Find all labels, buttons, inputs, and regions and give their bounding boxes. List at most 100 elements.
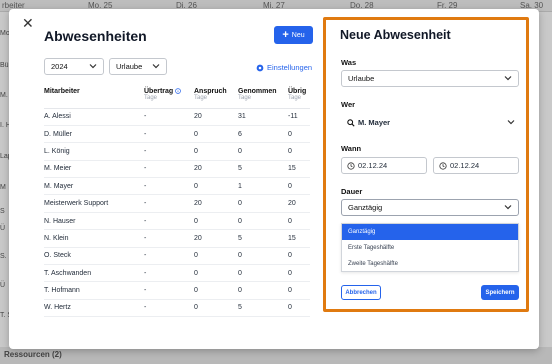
table-row: T. Hofmann -0 0 0 xyxy=(44,281,310,300)
calendar-row-label: S xyxy=(0,208,5,215)
table-cell: D. Müller xyxy=(44,125,144,144)
dauer-dropdown: Ganztägig Erste Tageshälfte Zweite Tages… xyxy=(341,223,519,272)
table-cell: Meisterwerk Support xyxy=(44,194,144,213)
table-cell: A. Alessi xyxy=(44,108,144,126)
year-select-value: 2024 xyxy=(51,62,68,71)
table-cell: 0 xyxy=(288,264,310,283)
table-cell: 6 xyxy=(238,125,288,144)
new-absence-button[interactable]: + Neu xyxy=(274,26,313,44)
column-header: Übrig Tage xyxy=(288,88,310,109)
table-cell: N. Hauser xyxy=(44,212,144,231)
table-cell: M. Mayer xyxy=(44,177,144,196)
table-cell: 1 xyxy=(238,177,288,196)
table-cell: W. Hertz xyxy=(44,299,144,318)
table-cell: 0 xyxy=(288,125,310,144)
dauer-label: Dauer xyxy=(341,187,363,196)
settings-link[interactable]: Einstellungen xyxy=(256,63,312,72)
gear-icon xyxy=(256,64,264,71)
table-cell: 5 xyxy=(238,229,288,248)
table-cell: - xyxy=(144,125,194,144)
chevron-down-icon xyxy=(507,120,515,125)
table-cell: 0 xyxy=(194,247,238,266)
table-cell: 15 xyxy=(288,229,310,248)
settings-label: Einstellungen xyxy=(267,63,313,72)
column-header: Übertrag Tage xyxy=(144,88,194,109)
table-cell: - xyxy=(144,264,194,283)
chevron-down-icon xyxy=(89,64,97,69)
cancel-button[interactable]: Abbrechen xyxy=(341,285,381,300)
table-cell: - xyxy=(144,299,194,318)
table-cell: 0 xyxy=(194,142,238,161)
table-cell: 0 xyxy=(238,247,288,266)
new-button-label: Neu xyxy=(291,31,305,39)
search-icon xyxy=(347,118,355,127)
year-select[interactable]: 2024 xyxy=(44,58,104,75)
date-to-value: 02.12.24 xyxy=(450,161,480,170)
wann-label: Wann xyxy=(341,144,362,153)
table-cell: 20 xyxy=(194,229,238,248)
table-cell: - xyxy=(144,194,194,213)
table-cell: 0 xyxy=(194,281,238,300)
absence-type-select-value: Urlaube xyxy=(116,62,143,71)
chevron-down-icon xyxy=(504,205,512,210)
table-cell: 20 xyxy=(288,194,310,213)
table-cell: 5 xyxy=(238,299,288,318)
table-row: O. Steck -0 0 0 xyxy=(44,247,310,266)
absence-type-select[interactable]: Urlaube xyxy=(109,58,167,75)
table-cell: 0 xyxy=(194,125,238,144)
dauer-option-full-day[interactable]: Ganztägig xyxy=(342,224,518,240)
dauer-option-first-half[interactable]: Erste Tageshälfte xyxy=(342,240,518,256)
table-row: W. Hertz -0 5 0 xyxy=(44,299,310,318)
table-cell: -11 xyxy=(288,108,310,126)
table-cell: - xyxy=(144,108,194,126)
table-cell: - xyxy=(144,212,194,231)
calendar-row-label: M xyxy=(0,184,6,191)
column-header: Anspruch Tage xyxy=(194,88,238,109)
wer-label: Wer xyxy=(341,100,356,109)
table-cell: 0 xyxy=(194,264,238,283)
table-cell: 0 xyxy=(288,177,310,196)
date-to-input[interactable]: 02.12.24 xyxy=(433,157,519,174)
table-cell: 5 xyxy=(238,160,288,179)
clock-icon xyxy=(439,161,447,170)
table-cell: 0 xyxy=(194,299,238,318)
table-row: N. Hauser -0 0 0 xyxy=(44,212,310,231)
table-cell: 31 xyxy=(238,108,288,126)
dauer-select-value: Ganztägig xyxy=(348,203,383,212)
date-from-value: 02.12.24 xyxy=(358,161,388,170)
table-cell: - xyxy=(144,142,194,161)
chevron-down-icon xyxy=(152,64,160,69)
calendar-row-label: Ü xyxy=(0,282,6,289)
table-cell: 0 xyxy=(238,264,288,283)
table-cell: - xyxy=(144,160,194,179)
was-select[interactable]: Urlaube xyxy=(341,70,519,87)
save-button[interactable]: Speichern xyxy=(481,285,519,300)
column-header: Genommen Tage xyxy=(238,88,288,109)
table-cell: 15 xyxy=(288,160,310,179)
date-from-input[interactable]: 02.12.24 xyxy=(341,157,427,174)
table-cell: T. Aschwanden xyxy=(44,264,144,283)
panel-title: Neue Abwesenheit xyxy=(340,28,451,42)
table-cell: O. Steck xyxy=(44,247,144,266)
table-cell: 20 xyxy=(194,160,238,179)
absences-table: Mitarbeiter Übertrag Tage Anspruch Tage G… xyxy=(44,88,310,318)
resources-footer: Ressourcen (2) xyxy=(4,350,62,359)
dauer-option-second-half[interactable]: Zweite Tageshälfte xyxy=(342,256,518,272)
table-cell: - xyxy=(144,281,194,300)
plus-icon: + xyxy=(282,29,289,41)
wer-select[interactable]: M. Mayer xyxy=(341,114,519,131)
dauer-select[interactable]: Ganztägig xyxy=(341,199,519,216)
table-row: D. Müller -0 6 0 xyxy=(44,125,310,144)
table-header-row: Mitarbeiter Übertrag Tage Anspruch Tage G… xyxy=(44,88,310,109)
table-row: M. Mayer -0 1 0 xyxy=(44,177,310,196)
close-icon[interactable]: ✕ xyxy=(22,16,34,30)
table-cell: - xyxy=(144,229,194,248)
calendar-row-label: Bü xyxy=(0,62,9,69)
table-row: N. Klein -20 5 15 xyxy=(44,229,310,248)
wer-select-value: M. Mayer xyxy=(358,118,391,127)
table-row: M. Meier -20 5 15 xyxy=(44,160,310,179)
table-cell: 0 xyxy=(288,281,310,300)
info-icon[interactable] xyxy=(175,88,181,94)
table-row: Meisterwerk Support -20 0 20 xyxy=(44,194,310,213)
table-cell: 0 xyxy=(288,212,310,231)
